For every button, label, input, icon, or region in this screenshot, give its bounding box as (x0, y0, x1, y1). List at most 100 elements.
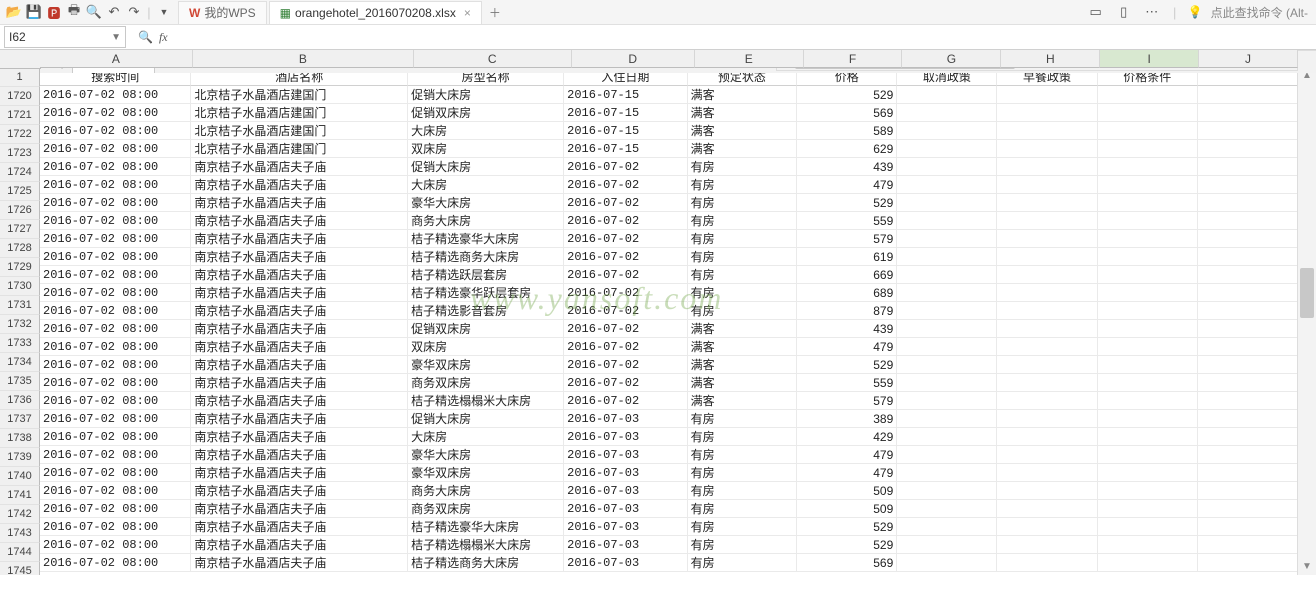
cell[interactable] (1098, 500, 1198, 518)
print-icon[interactable]: 🖶 (64, 2, 84, 22)
cell[interactable]: 促销大床房 (408, 410, 564, 428)
cell[interactable]: 2016-07-03 (564, 464, 687, 482)
cell[interactable] (897, 500, 997, 518)
cell[interactable] (997, 536, 1097, 554)
cell[interactable] (997, 428, 1097, 446)
cell[interactable]: 有房 (688, 176, 798, 194)
cell[interactable] (1198, 536, 1298, 554)
cell[interactable] (1098, 482, 1198, 500)
row-header[interactable]: 1736 (0, 391, 40, 410)
cell[interactable]: 豪华大床房 (408, 194, 564, 212)
cell[interactable]: 2016-07-03 (564, 536, 687, 554)
column-header-F[interactable]: F (804, 50, 903, 68)
cell[interactable]: 促销大床房 (408, 158, 564, 176)
cell[interactable]: 有房 (688, 428, 798, 446)
cell[interactable] (897, 248, 997, 266)
cell[interactable]: 509 (797, 482, 897, 500)
cell[interactable]: 南京桔子水晶酒店夫子庙 (191, 266, 408, 284)
cell[interactable]: 满客 (688, 122, 798, 140)
cell[interactable]: 南京桔子水晶酒店夫子庙 (191, 302, 408, 320)
cell[interactable] (1098, 248, 1198, 266)
cell[interactable]: 2016-07-02 08:00 (40, 248, 191, 266)
cell[interactable] (897, 302, 997, 320)
cell[interactable] (1098, 158, 1198, 176)
cell[interactable] (897, 212, 997, 230)
cell[interactable] (897, 518, 997, 536)
cell[interactable]: 479 (797, 176, 897, 194)
row-header[interactable]: 1744 (0, 543, 40, 562)
cell[interactable] (1098, 266, 1198, 284)
row-header[interactable]: 1731 (0, 296, 40, 315)
cell[interactable] (997, 464, 1097, 482)
cell[interactable]: 479 (797, 446, 897, 464)
cell[interactable]: 589 (797, 122, 897, 140)
cell[interactable]: 桔子精选商务大床房 (408, 554, 564, 572)
cell[interactable]: 559 (797, 212, 897, 230)
dropdown-icon[interactable]: ▼ (154, 2, 174, 22)
undo-icon[interactable]: ↶ (104, 2, 124, 22)
cell[interactable]: 2016-07-03 (564, 446, 687, 464)
row-header[interactable]: 1724 (0, 163, 40, 182)
fx-icon[interactable]: fx (159, 30, 168, 45)
cell[interactable]: 有房 (688, 500, 798, 518)
column-header-A[interactable]: A (40, 50, 193, 68)
cell[interactable]: 满客 (688, 356, 798, 374)
cell[interactable] (997, 248, 1097, 266)
cell[interactable]: 2016-07-15 (564, 86, 687, 104)
cell[interactable]: 商务双床房 (408, 374, 564, 392)
column-header-H[interactable]: H (1001, 50, 1100, 68)
cell[interactable] (1098, 122, 1198, 140)
cell[interactable]: 529 (797, 356, 897, 374)
cell[interactable]: 569 (797, 554, 897, 572)
cell[interactable] (997, 482, 1097, 500)
cell[interactable] (897, 482, 997, 500)
cell[interactable] (1098, 554, 1198, 572)
cell[interactable] (997, 320, 1097, 338)
column-header-I[interactable]: I (1100, 50, 1199, 68)
cell[interactable]: 2016-07-02 08:00 (40, 266, 191, 284)
cell[interactable]: 商务双床房 (408, 500, 564, 518)
cell[interactable] (1098, 392, 1198, 410)
cell[interactable]: 南京桔子水晶酒店夫子庙 (191, 428, 408, 446)
cell[interactable]: 2016-07-02 08:00 (40, 284, 191, 302)
cell[interactable] (997, 518, 1097, 536)
tab-workbook[interactable]: ▦ orangehotel_2016070208.xlsx × (269, 1, 482, 24)
cell[interactable] (1198, 500, 1298, 518)
search-command-hint[interactable]: 点此查找命令 (Alt- (1211, 4, 1308, 21)
cell[interactable]: 商务大床房 (408, 212, 564, 230)
cell[interactable]: 2016-07-02 08:00 (40, 392, 191, 410)
cell[interactable]: 有房 (688, 284, 798, 302)
cell[interactable]: 479 (797, 464, 897, 482)
cell[interactable] (897, 410, 997, 428)
cell[interactable]: 2016-07-03 (564, 482, 687, 500)
cell[interactable] (997, 86, 1097, 104)
cell[interactable]: 有房 (688, 536, 798, 554)
cell[interactable] (1198, 518, 1298, 536)
cell[interactable]: 桔子精选榻榻米大床房 (408, 392, 564, 410)
cell[interactable]: 南京桔子水晶酒店夫子庙 (191, 176, 408, 194)
cell[interactable] (1098, 338, 1198, 356)
cell[interactable]: 2016-07-02 08:00 (40, 446, 191, 464)
cell[interactable]: 南京桔子水晶酒店夫子庙 (191, 482, 408, 500)
cell[interactable]: 479 (797, 338, 897, 356)
cell[interactable]: 南京桔子水晶酒店夫子庙 (191, 158, 408, 176)
row-header[interactable]: 1741 (0, 486, 40, 505)
cell[interactable] (997, 302, 1097, 320)
cell[interactable]: 2016-07-02 08:00 (40, 518, 191, 536)
cell[interactable] (997, 122, 1097, 140)
cell[interactable]: 南京桔子水晶酒店夫子庙 (191, 230, 408, 248)
column-header-C[interactable]: C (414, 50, 572, 68)
cell[interactable] (897, 428, 997, 446)
cell[interactable]: 桔子精选榻榻米大床房 (408, 536, 564, 554)
cell[interactable]: 2016-07-03 (564, 428, 687, 446)
cell[interactable]: 桔子精选豪华跃层套房 (408, 284, 564, 302)
cell[interactable]: 2016-07-02 08:00 (40, 122, 191, 140)
cell[interactable] (897, 230, 997, 248)
cell[interactable]: 2016-07-02 08:00 (40, 338, 191, 356)
cell[interactable] (1098, 104, 1198, 122)
cell[interactable]: 商务大床房 (408, 482, 564, 500)
cell[interactable]: 满客 (688, 104, 798, 122)
cell[interactable]: 桔子精选豪华大床房 (408, 230, 564, 248)
cell[interactable]: 2016-07-02 08:00 (40, 554, 191, 572)
cell[interactable] (1198, 104, 1298, 122)
